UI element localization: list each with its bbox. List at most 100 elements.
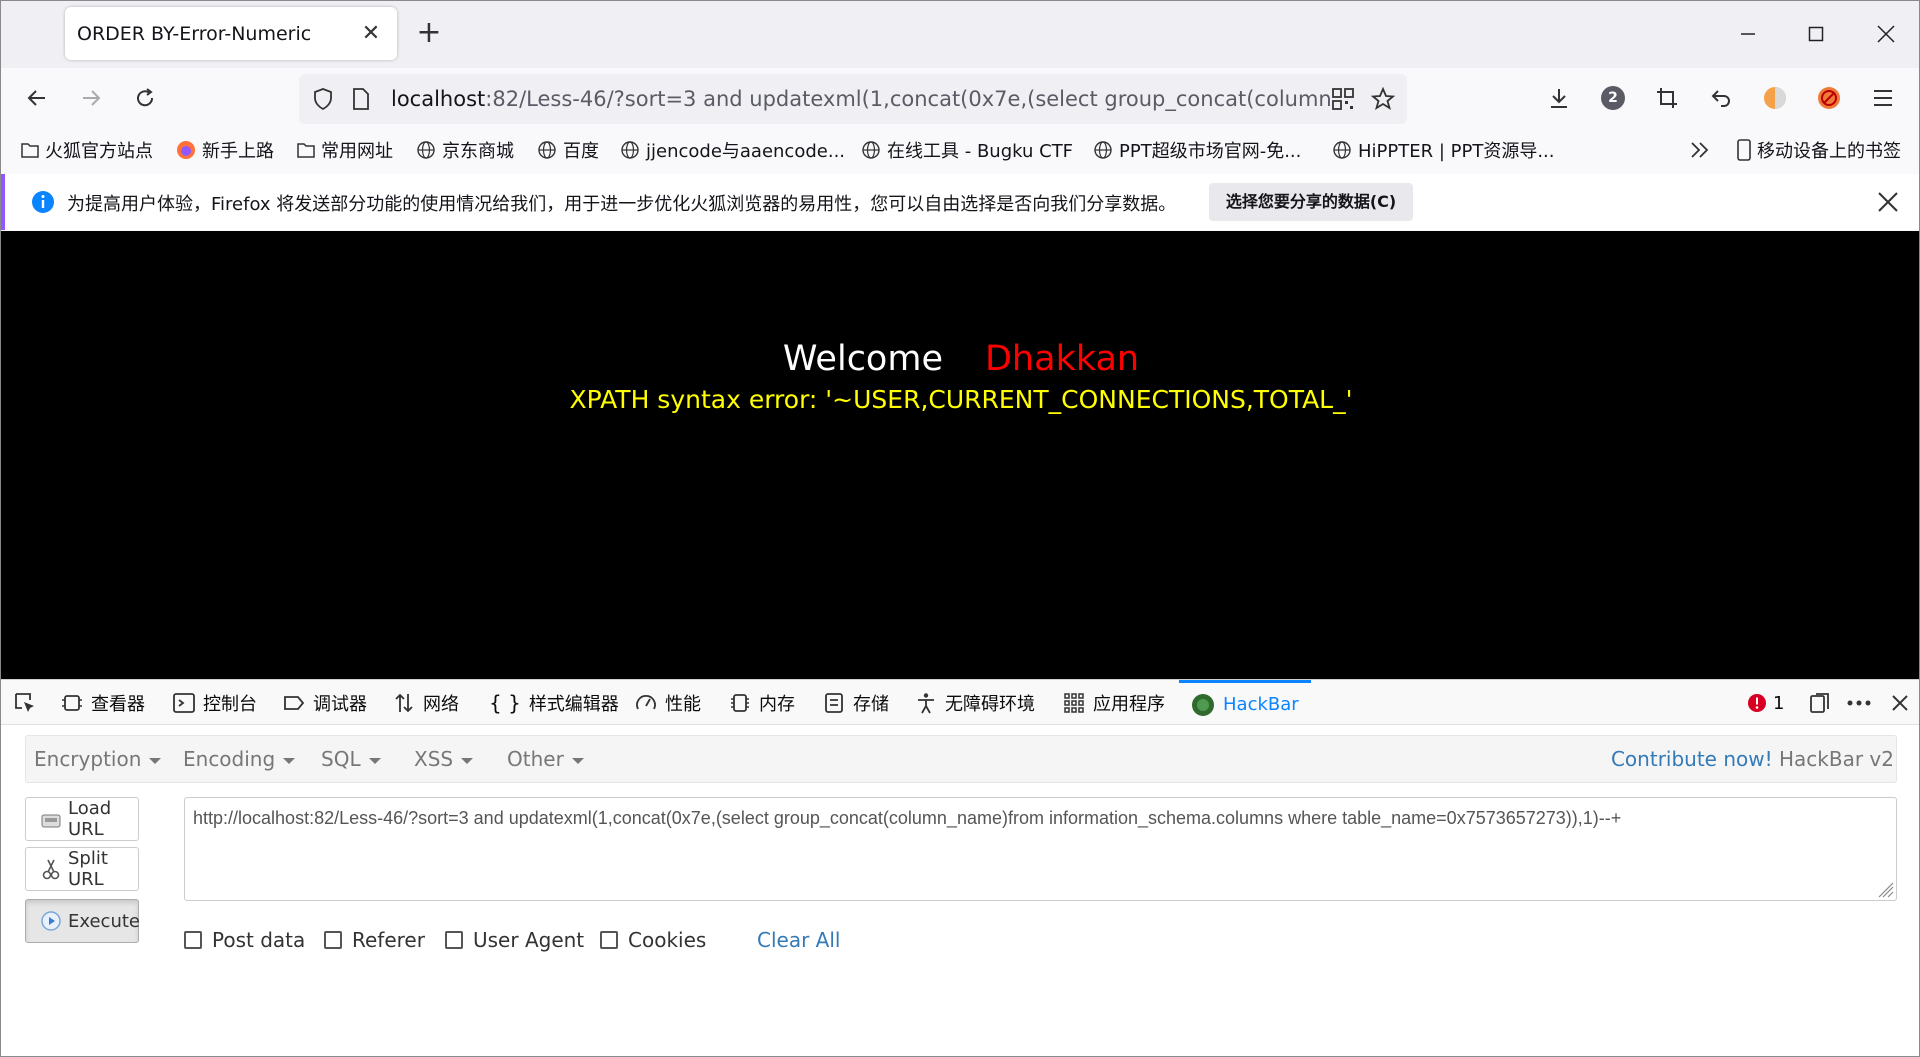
menu-label: Other [507, 747, 564, 771]
menu-sql[interactable]: SQL [321, 736, 381, 782]
tab-active[interactable]: ORDER BY-Error-Numeric ✕ [65, 7, 397, 60]
bookmark-star-icon[interactable] [1371, 87, 1395, 111]
blocker-icon [1818, 87, 1840, 109]
devtools-tab-memory[interactable]: 内存 [729, 680, 795, 726]
account-badge-button[interactable]: 2 [1593, 78, 1633, 118]
bookmarks-overflow-button[interactable] [1689, 136, 1717, 164]
execute-button[interactable]: Execute [25, 899, 140, 943]
bookmark-item[interactable]: jjencode与aaencode... [620, 136, 845, 164]
mobile-device-icon [1737, 139, 1751, 161]
menu-button[interactable] [1863, 78, 1903, 118]
maximize-button[interactable] [1793, 11, 1839, 57]
checkbox-box[interactable] [184, 931, 202, 949]
devtools-more-button[interactable] [1847, 680, 1879, 726]
user-agent-checkbox[interactable]: User Agent [445, 925, 584, 955]
mobile-bookmarks[interactable]: 移动设备上的书签 [1737, 136, 1901, 164]
crop-icon [1657, 88, 1677, 108]
menu-xss[interactable]: XSS [414, 736, 474, 782]
choose-data-button[interactable]: 选择您要分享的数据(C) [1209, 183, 1413, 221]
reload-button[interactable] [125, 78, 165, 118]
shield-icon[interactable] [311, 87, 335, 111]
split-url-button[interactable]: Split URL [25, 847, 139, 891]
devtools-tab-network[interactable]: 网络 [393, 680, 459, 726]
element-picker-button[interactable] [13, 680, 45, 726]
tab-close-icon[interactable]: ✕ [357, 21, 385, 46]
devtools-tab-label: 查看器 [91, 694, 145, 715]
cookies-checkbox[interactable]: Cookies [600, 925, 706, 955]
downloads-button[interactable] [1539, 78, 1579, 118]
menu-label: XSS [414, 747, 454, 771]
screenshot-button[interactable] [1647, 78, 1687, 118]
clear-all-link[interactable]: Clear All [757, 925, 840, 955]
network-icon [395, 693, 413, 713]
devtools-tab-performance[interactable]: 性能 [635, 680, 701, 726]
folder-icon [297, 143, 315, 158]
url-textarea-value: http://localhost:82/Less-46/?sort=3 and … [193, 808, 1622, 828]
checkbox-label: Post data [212, 928, 306, 952]
referer-checkbox[interactable]: Referer [324, 925, 425, 955]
welcome-text: Welcome [782, 339, 943, 379]
bookmark-item[interactable]: 新手上路 [176, 136, 274, 164]
bookmark-item[interactable]: 火狐官方站点 [21, 136, 153, 164]
caret-down-icon [571, 757, 584, 764]
error-icon [1748, 694, 1766, 712]
url-textarea[interactable]: http://localhost:82/Less-46/?sort=3 and … [184, 797, 1897, 901]
devtools-tab-application[interactable]: 应用程序 [1063, 680, 1165, 726]
bookmark-item[interactable]: 常用网址 [297, 136, 393, 164]
xpath-error-text: XPATH syntax error: '~USER,CURRENT_CONNE… [569, 385, 1353, 414]
window-close-button[interactable] [1863, 11, 1909, 57]
bookmark-item[interactable]: 在线工具 - Bugku CTF [861, 136, 1073, 164]
devtools-close-button[interactable] [1891, 680, 1917, 726]
bookmark-item[interactable]: HiPPTER | PPT资源导... [1332, 136, 1555, 164]
extension-button[interactable] [1755, 78, 1795, 118]
devtools-tab-console[interactable]: 控制台 [173, 680, 257, 726]
devtools-tab-style-editor[interactable]: { } 样式编辑器 [489, 680, 619, 726]
menu-other[interactable]: Other [507, 736, 584, 782]
welcome-line: Welcome Dhakkan [1, 339, 1919, 379]
devtools-tab-label: HackBar [1223, 694, 1299, 715]
devtools-tab-storage[interactable]: 存储 [823, 680, 889, 726]
url-text[interactable]: localhost:82/Less-46/?sort=3 and updatex… [391, 74, 1331, 124]
minimize-button[interactable] [1725, 11, 1771, 57]
bookmark-item[interactable]: PPT超级市场官网-免... [1093, 136, 1301, 164]
minimize-icon [1741, 33, 1755, 35]
devtools-tab-label: 样式编辑器 [528, 694, 619, 715]
menu-encoding[interactable]: Encoding [183, 736, 296, 782]
devtools-tab-label: 网络 [423, 694, 459, 715]
scissors-icon [40, 858, 62, 880]
error-counter[interactable]: 1 [1747, 680, 1784, 726]
contribute-area: Contribute now! HackBar v2 [1611, 736, 1894, 782]
bookmark-item[interactable]: 百度 [537, 136, 599, 164]
checkbox-box[interactable] [324, 931, 342, 949]
url-bar[interactable]: localhost:82/Less-46/?sort=3 and updatex… [299, 74, 1407, 124]
back-button[interactable] [17, 78, 57, 118]
menu-encryption[interactable]: Encryption [34, 736, 162, 782]
load-url-button[interactable]: Load URL [25, 797, 139, 841]
dock-toggle-button[interactable] [1809, 680, 1839, 726]
style-editor-icon: { } [489, 691, 521, 715]
reload-icon [137, 88, 154, 107]
checkbox-label: Cookies [628, 928, 707, 952]
checkbox-box[interactable] [600, 931, 618, 949]
bookmarks-toolbar: 火狐官方站点 新手上路 常用网址 京东商城 百度 jjencode与aaenco… [1, 130, 1919, 170]
extension-orange-icon [1764, 87, 1786, 109]
contribute-link[interactable]: Contribute now! [1611, 747, 1773, 771]
new-tab-button[interactable]: + [411, 15, 447, 51]
devtools-tab-hackbar[interactable]: HackBar [1179, 680, 1311, 726]
undo-button[interactable] [1701, 78, 1741, 118]
execute-label: Execute [68, 910, 140, 932]
blocker-extension-button[interactable] [1809, 78, 1849, 118]
qr-code-icon[interactable] [1331, 87, 1355, 111]
resize-grip-icon[interactable] [1878, 882, 1894, 898]
devtools-tab-debugger[interactable]: 调试器 [283, 680, 367, 726]
hamburger-menu-icon [1874, 90, 1892, 106]
checkbox-box[interactable] [445, 931, 463, 949]
devtools-tab-inspector[interactable]: 查看器 [61, 680, 145, 726]
menu-label: Encoding [183, 747, 276, 771]
notification-close-icon[interactable] [1877, 191, 1899, 213]
forward-button[interactable] [71, 78, 111, 118]
devtools-tab-label: 控制台 [203, 694, 257, 715]
post-data-checkbox[interactable]: Post data [184, 925, 305, 955]
bookmark-item[interactable]: 京东商城 [416, 136, 514, 164]
devtools-tab-accessibility[interactable]: 无障碍环境 [915, 680, 1035, 726]
